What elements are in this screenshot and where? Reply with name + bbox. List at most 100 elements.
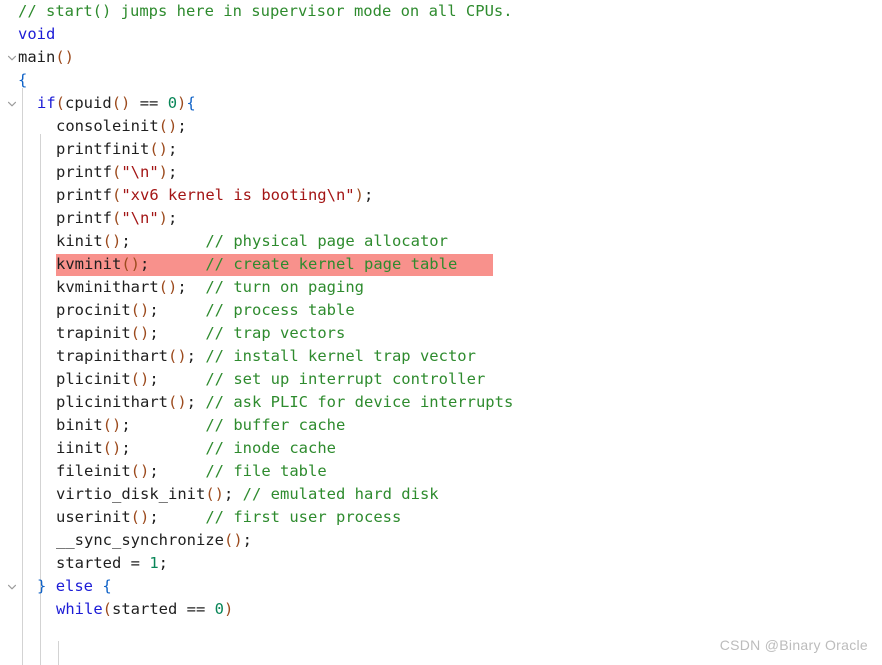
code-line[interactable]: virtio_disk_init(); // emulated hard dis… xyxy=(0,483,882,506)
token-paren: () xyxy=(130,508,150,526)
token-pad xyxy=(131,439,206,457)
token-comment: // turn on paging xyxy=(205,278,364,296)
token-plain: ; xyxy=(242,531,252,549)
token-ident: __sync_synchronize xyxy=(56,531,224,549)
token-comment: // emulated hard disk xyxy=(242,485,439,503)
token-string: "\n" xyxy=(121,209,159,227)
token-plain: ; xyxy=(177,278,187,296)
token-plain: ; xyxy=(149,370,159,388)
code-line[interactable]: userinit(); // first user process xyxy=(0,506,882,529)
code-line-text: if(cpuid() == 0){ xyxy=(18,92,196,115)
code-line-text: void xyxy=(18,23,55,46)
token-paren: () xyxy=(121,255,140,273)
token-ident: kvminit xyxy=(56,255,122,273)
token-pad xyxy=(131,232,206,250)
code-line-text: started = 1; xyxy=(18,552,168,575)
token-number: 0 xyxy=(214,600,225,618)
code-line[interactable]: printf("\n"); xyxy=(0,161,882,184)
code-line[interactable]: main() xyxy=(0,46,882,69)
code-line[interactable]: iinit(); // inode cache xyxy=(0,437,882,460)
code-line[interactable]: procinit(); // process table xyxy=(0,299,882,322)
token-paren: () xyxy=(130,301,150,319)
code-line[interactable]: } else { xyxy=(0,575,882,598)
code-line-text: trapinit(); // trap vectors xyxy=(18,322,345,345)
code-line-text: virtio_disk_init(); // emulated hard dis… xyxy=(18,483,439,506)
token-ident: printf xyxy=(56,186,112,204)
csdn-watermark: CSDN @Binary Oracle xyxy=(719,637,868,653)
token-pad xyxy=(233,485,242,503)
token-plain: == xyxy=(177,600,215,618)
code-line[interactable]: plicinithart(); // ask PLIC for device i… xyxy=(0,391,882,414)
token-paren: ) xyxy=(224,600,234,618)
token-plain: ; xyxy=(149,508,159,526)
token-punct: } xyxy=(37,577,47,595)
token-plain: ; xyxy=(149,301,159,319)
token-paren: () xyxy=(130,324,150,342)
code-line-text: printf("\n"); xyxy=(18,161,177,184)
token-plain: ; xyxy=(168,209,178,227)
code-line[interactable]: printfinit(); xyxy=(0,138,882,161)
code-line[interactable]: kinit(); // physical page allocator xyxy=(0,230,882,253)
token-comment: // create kernel page table xyxy=(205,255,458,273)
token-pad xyxy=(159,301,206,319)
token-plain: == xyxy=(130,94,168,112)
code-line-text: printfinit(); xyxy=(18,138,177,161)
code-line-text: kinit(); // physical page allocator xyxy=(18,230,448,253)
token-plain: = xyxy=(121,554,150,572)
code-line-list[interactable]: // start() jumps here in supervisor mode… xyxy=(0,0,882,621)
token-number: 0 xyxy=(167,94,178,112)
code-line[interactable]: trapinit(); // trap vectors xyxy=(0,322,882,345)
code-line-text: trapinithart(); // install kernel trap v… xyxy=(18,345,476,368)
token-paren: ( xyxy=(112,209,122,227)
code-line[interactable]: started = 1; xyxy=(0,552,882,575)
token-plain: ; xyxy=(168,140,178,158)
token-paren: () xyxy=(158,278,178,296)
code-line[interactable]: printf("xv6 kernel is booting\n"); xyxy=(0,184,882,207)
token-plain: ; xyxy=(363,186,374,204)
code-line[interactable]: void xyxy=(0,23,882,46)
token-ident: fileinit xyxy=(56,462,131,480)
code-line[interactable]: if(cpuid() == 0){ xyxy=(0,92,882,115)
token-paren: () xyxy=(167,393,187,411)
code-line[interactable]: binit(); // buffer cache xyxy=(0,414,882,437)
token-plain: ; xyxy=(121,439,131,457)
code-line[interactable]: while(started == 0) xyxy=(0,598,882,621)
code-line[interactable]: trapinithart(); // install kernel trap v… xyxy=(0,345,882,368)
token-paren: () xyxy=(102,232,122,250)
token-comment: // ask PLIC for device interrupts xyxy=(205,393,514,411)
code-line[interactable]: consoleinit(); xyxy=(0,115,882,138)
token-plain: ; xyxy=(186,347,196,365)
indent-guide-2 xyxy=(58,641,59,665)
token-plain: ; xyxy=(121,416,131,434)
code-editor[interactable]: // start() jumps here in supervisor mode… xyxy=(0,0,882,665)
code-line-text: consoleinit(); xyxy=(18,115,187,138)
token-paren: () xyxy=(158,117,178,135)
token-comment: // inode cache xyxy=(205,439,336,457)
token-pad xyxy=(159,462,206,480)
code-line[interactable]: { xyxy=(0,69,882,92)
token-plain: ; xyxy=(140,255,150,273)
code-line-text: plicinit(); // set up interrupt controll… xyxy=(18,368,485,391)
token-pad xyxy=(131,416,206,434)
code-line[interactable]: kvminit(); // create kernel page table xyxy=(0,253,882,276)
code-line-text: main() xyxy=(18,46,74,69)
code-line[interactable]: __sync_synchronize(); xyxy=(0,529,882,552)
code-line[interactable]: plicinit(); // set up interrupt controll… xyxy=(0,368,882,391)
code-line[interactable]: printf("\n"); xyxy=(0,207,882,230)
token-comment: // process table xyxy=(205,301,355,319)
token-plain: ; xyxy=(158,554,169,572)
code-line[interactable]: kvminithart(); // turn on paging xyxy=(0,276,882,299)
token-ident: printfinit xyxy=(56,140,150,158)
token-ident: trapinithart xyxy=(56,347,168,365)
code-line[interactable]: // start() jumps here in supervisor mode… xyxy=(0,0,882,23)
code-line[interactable]: fileinit(); // file table xyxy=(0,460,882,483)
token-ident: kinit xyxy=(56,232,103,250)
token-plain: ; xyxy=(121,232,131,250)
code-line-text: fileinit(); // file table xyxy=(18,460,327,483)
code-line-text: while(started == 0) xyxy=(18,598,233,621)
token-pad xyxy=(187,278,206,296)
token-plain: ; xyxy=(177,117,187,135)
token-ident: userinit xyxy=(56,508,131,526)
token-ident: binit xyxy=(56,416,103,434)
